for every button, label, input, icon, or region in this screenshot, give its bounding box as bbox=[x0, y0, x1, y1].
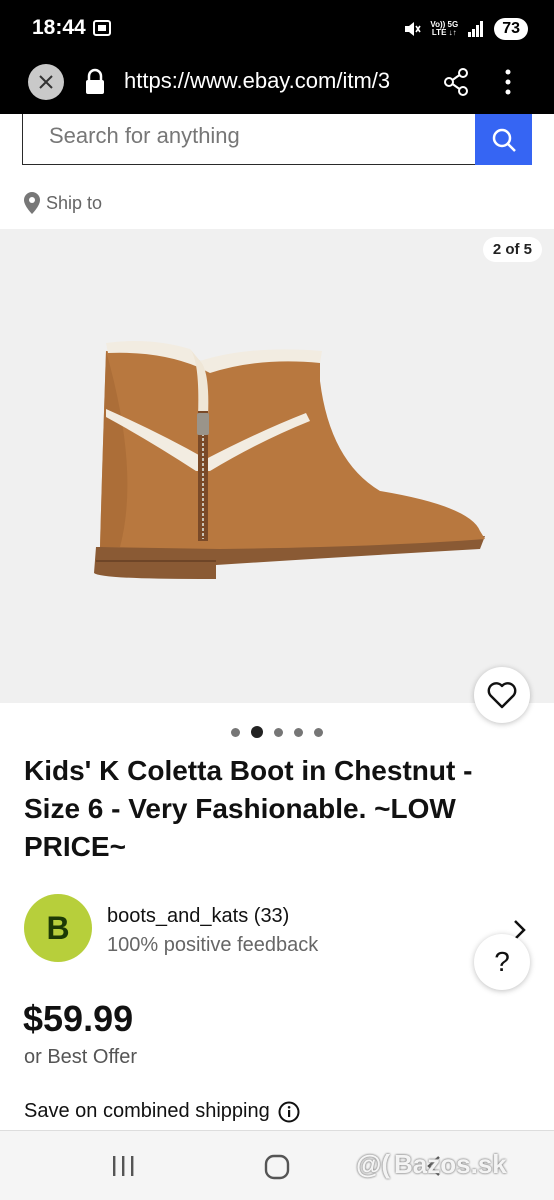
help-button[interactable]: ? bbox=[474, 934, 530, 990]
seller-avatar[interactable]: B bbox=[24, 894, 92, 962]
url-bar[interactable]: https://www.ebay.com/itm/3 bbox=[124, 68, 424, 94]
system-nav-bar: @( Bazos.sk bbox=[0, 1130, 554, 1200]
seller-feedback: 100% positive feedback bbox=[107, 934, 319, 956]
price: $59.99 bbox=[23, 998, 134, 1039]
gallery-dot[interactable] bbox=[294, 727, 303, 737]
battery-indicator: 73 bbox=[494, 18, 528, 40]
location-pin-icon bbox=[24, 192, 40, 214]
home-icon[interactable] bbox=[264, 1154, 290, 1180]
close-icon bbox=[39, 75, 53, 89]
image-gallery[interactable]: 2 of 5 bbox=[0, 229, 554, 703]
gallery-dot[interactable] bbox=[231, 727, 240, 737]
share-icon[interactable] bbox=[442, 67, 470, 97]
close-tab-button[interactable] bbox=[28, 64, 64, 100]
more-options-icon[interactable] bbox=[496, 66, 520, 98]
network-indicator: Vo)) 5G LTE ↓↑ bbox=[430, 21, 458, 37]
search-icon bbox=[492, 128, 516, 152]
mute-icon bbox=[405, 22, 422, 36]
status-time: 18:44 bbox=[32, 16, 86, 39]
ship-to-link[interactable]: Ship to bbox=[24, 192, 102, 214]
gallery-counter: 2 of 5 bbox=[482, 237, 542, 262]
gallery-dot[interactable] bbox=[274, 727, 283, 737]
recent-apps-icon[interactable] bbox=[110, 1155, 136, 1177]
search-bar: Search for anything bbox=[22, 114, 532, 165]
gallery-dot[interactable] bbox=[314, 727, 323, 737]
combined-shipping-note[interactable]: Save on combined shipping bbox=[24, 1100, 300, 1123]
gallery-dot-active[interactable] bbox=[251, 726, 263, 738]
watermark-text: Bazos.sk bbox=[394, 1149, 507, 1179]
status-icons: Vo)) 5G LTE ↓↑ 73 bbox=[403, 17, 528, 41]
watermark-logo-icon: @( bbox=[356, 1149, 391, 1179]
gallery-pagination bbox=[231, 726, 323, 738]
seller-name[interactable]: boots_and_kats (33) bbox=[107, 905, 289, 928]
lock-icon[interactable] bbox=[84, 68, 106, 96]
ship-to-label: Ship to bbox=[46, 192, 103, 213]
screen-record-icon bbox=[93, 20, 111, 36]
search-button[interactable] bbox=[475, 114, 532, 165]
status-bar: 18:44 Vo)) 5G LTE ↓↑ 73 bbox=[0, 0, 554, 58]
best-offer-label: or Best Offer bbox=[24, 1046, 138, 1068]
product-image[interactable] bbox=[80, 321, 500, 601]
search-input[interactable]: Search for anything bbox=[22, 114, 476, 165]
watch-button[interactable] bbox=[474, 667, 530, 723]
listing-title: Kids' K Coletta Boot in Chestnut - Size … bbox=[24, 755, 473, 862]
watermark: @( Bazos.sk bbox=[356, 1149, 507, 1180]
browser-bar: https://www.ebay.com/itm/3 bbox=[0, 58, 554, 114]
combined-shipping-label: Save on combined shipping bbox=[24, 1100, 270, 1122]
heart-icon bbox=[487, 682, 517, 709]
info-icon[interactable] bbox=[278, 1101, 300, 1123]
network-bottom-text: LTE ↓↑ bbox=[431, 28, 457, 37]
signal-icon bbox=[468, 21, 484, 37]
